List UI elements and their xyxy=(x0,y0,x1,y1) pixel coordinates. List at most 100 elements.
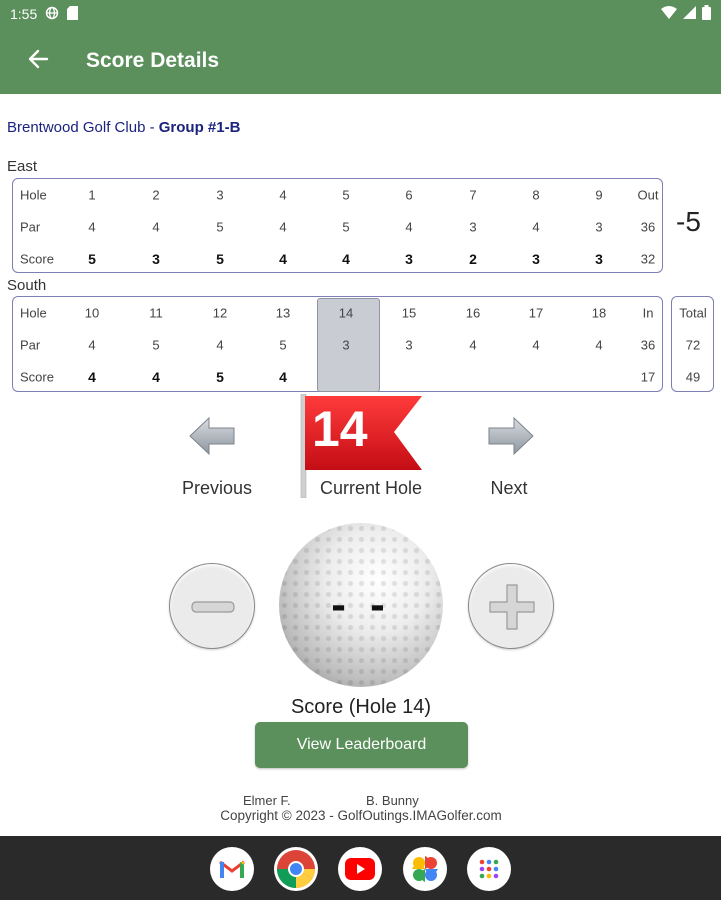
hole-number-cell[interactable]: 14 xyxy=(339,306,353,321)
plus-icon xyxy=(469,564,555,655)
current-score-value: - - xyxy=(331,580,391,629)
view-leaderboard-button[interactable]: View Leaderboard xyxy=(255,722,468,768)
par-subtotal: 36 xyxy=(640,219,656,235)
youtube-icon[interactable] xyxy=(338,847,382,891)
gmail-icon[interactable] xyxy=(210,847,254,891)
hole-number-cell[interactable]: 7 xyxy=(469,188,476,203)
par-cell: 3 xyxy=(405,337,413,353)
par-cell: 4 xyxy=(595,337,603,353)
score-cell: 4 xyxy=(152,369,160,385)
totals-par: 72 xyxy=(685,337,701,353)
row-label: Hole xyxy=(20,187,47,203)
hole-number-cell[interactable]: 3 xyxy=(216,188,223,203)
score-cell: 4 xyxy=(342,251,350,267)
hole-number-cell[interactable]: 1 xyxy=(88,188,95,203)
group-name: Group #1-B xyxy=(158,119,241,136)
to-par-score: -5 xyxy=(676,206,701,237)
score-subtotal: 32 xyxy=(640,251,656,267)
par-cell: 4 xyxy=(405,219,413,235)
chrome-icon[interactable] xyxy=(274,847,318,891)
hole-number-cell[interactable]: 12 xyxy=(213,306,227,321)
current-hole-label[interactable]: Current Hole xyxy=(320,478,422,499)
signal-icon xyxy=(683,6,696,22)
hole-number-cell[interactable]: 4 xyxy=(279,188,286,203)
row-label: Score xyxy=(20,251,54,267)
hole-number-cell[interactable]: 17 xyxy=(529,306,543,321)
page-title: Score Details xyxy=(86,49,220,72)
par-cell: 3 xyxy=(342,337,350,353)
previous-label[interactable]: Previous xyxy=(182,478,252,499)
subtotal-label: In xyxy=(642,305,654,321)
next-hole-button[interactable] xyxy=(488,416,534,460)
score-cell: 5 xyxy=(88,251,96,267)
increase-score-button[interactable] xyxy=(468,563,554,649)
hole-number-cell[interactable]: 11 xyxy=(149,306,163,321)
player-name: B. Bunny xyxy=(366,793,419,808)
par-cell: 3 xyxy=(469,219,477,235)
arrow-right-icon xyxy=(488,416,534,459)
sim-card-icon xyxy=(67,5,79,23)
hole-number-cell[interactable]: 10 xyxy=(85,306,99,321)
par-cell: 4 xyxy=(216,337,224,353)
totals-card: Total 72 49 xyxy=(671,296,714,392)
par-cell: 4 xyxy=(469,337,477,353)
decrease-score-button[interactable] xyxy=(169,563,255,649)
current-hole-number: 14 xyxy=(312,401,368,457)
row-label: Hole xyxy=(20,305,47,321)
par-cell: 3 xyxy=(595,219,603,235)
score-cell: 4 xyxy=(279,251,287,267)
score-caption: Score (Hole 14) xyxy=(290,696,432,718)
arrow-left-icon xyxy=(189,416,235,459)
club-name: Brentwood Golf Club xyxy=(7,119,146,136)
row-label: Par xyxy=(20,337,41,353)
score-cell: 3 xyxy=(532,251,540,267)
hole-number-cell[interactable]: 9 xyxy=(595,188,602,203)
back-nine-label: South xyxy=(7,277,47,294)
hole-number-cell[interactable]: 8 xyxy=(532,188,539,203)
subtotal-label: Out xyxy=(637,187,659,203)
par-cell: 4 xyxy=(152,219,160,235)
hole-number-cell[interactable]: 2 xyxy=(152,188,159,203)
hole-number-cell[interactable]: 13 xyxy=(276,306,290,321)
previous-hole-button[interactable] xyxy=(189,416,235,460)
player-name: Elmer F. xyxy=(243,793,291,808)
app-drawer-icon[interactable] xyxy=(467,847,511,891)
par-cell: 4 xyxy=(532,219,540,235)
par-cell: 4 xyxy=(88,219,96,235)
score-cell: 3 xyxy=(152,251,160,267)
photos-icon[interactable] xyxy=(403,847,447,891)
front-nine-label: East xyxy=(7,158,38,175)
club-separator: - xyxy=(145,119,159,136)
par-cell: 4 xyxy=(279,219,287,235)
wifi-icon xyxy=(661,6,677,22)
hole-number-cell[interactable]: 15 xyxy=(402,306,416,321)
hole-number-cell[interactable]: 16 xyxy=(466,306,480,321)
par-cell: 4 xyxy=(88,337,96,353)
score-cell: 3 xyxy=(595,251,603,267)
score-cell: 2 xyxy=(469,251,477,267)
score-cell: 5 xyxy=(216,369,224,385)
score-subtotal: 17 xyxy=(640,369,656,385)
score-cell: 3 xyxy=(405,251,413,267)
score-cell: 5 xyxy=(216,251,224,267)
status-bar: 1:55 xyxy=(0,0,721,28)
par-subtotal: 36 xyxy=(640,337,656,353)
par-cell: 5 xyxy=(152,337,160,353)
row-label: Score xyxy=(20,369,54,385)
hole-number-cell[interactable]: 5 xyxy=(342,188,349,203)
battery-icon xyxy=(702,5,711,23)
next-label[interactable]: Next xyxy=(490,478,527,499)
club-heading: Brentwood Golf Club - Group #1-B xyxy=(7,119,240,136)
app-bar: Score Details xyxy=(0,28,721,94)
par-cell: 5 xyxy=(216,219,224,235)
hole-number-cell[interactable]: 6 xyxy=(405,188,412,203)
back-button[interactable] xyxy=(10,33,66,89)
minus-icon xyxy=(170,564,256,655)
row-label: Par xyxy=(20,219,41,235)
par-cell: 5 xyxy=(342,219,350,235)
hole-number-cell[interactable]: 18 xyxy=(592,306,606,321)
score-cell: 4 xyxy=(279,369,287,385)
totals-label: Total xyxy=(679,305,707,321)
copyright-text: Copyright © 2023 - GolfOutings.IMAGolfer… xyxy=(220,808,502,823)
arrow-left-icon xyxy=(27,48,49,75)
